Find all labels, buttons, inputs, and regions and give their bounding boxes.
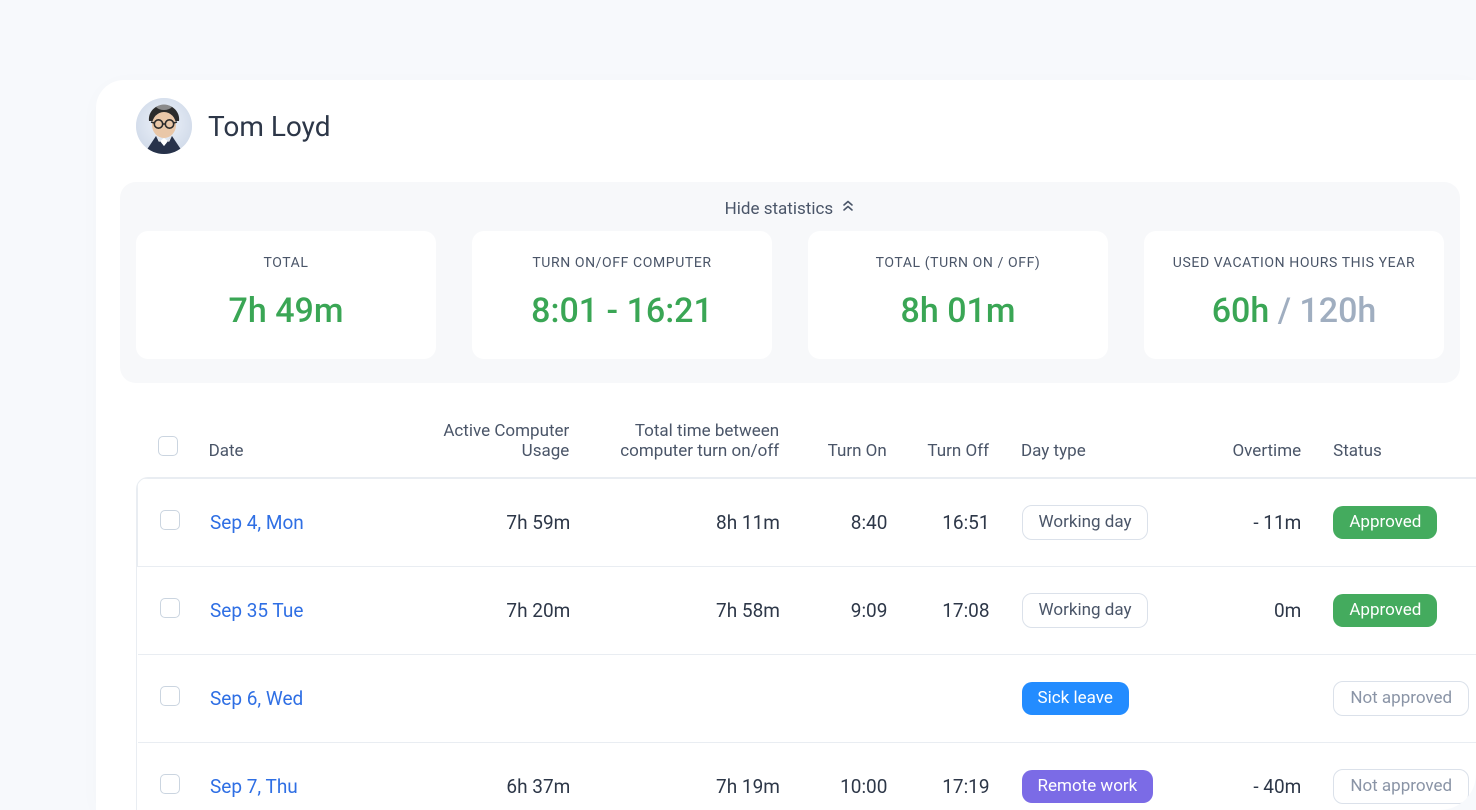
vacation-total: 120h: [1299, 291, 1376, 331]
row-checkbox[interactable]: [160, 598, 180, 618]
cell-turnoff: [895, 655, 997, 743]
cell-totaltime: 8h 11m: [578, 479, 788, 567]
status-badge: Not approved: [1333, 769, 1469, 804]
cell-usage: 7h 20m: [385, 567, 579, 655]
cell-usage: 7h 59m: [385, 479, 579, 567]
cell-turnoff: 16:51: [895, 479, 997, 567]
cell-turnoff: 17:08: [895, 567, 997, 655]
cell-overtime: - 40m: [1186, 743, 1310, 810]
table-row: Sep 7, Thu 6h 37m7h 19m10:0017:19 Remote w…: [138, 743, 1476, 810]
select-all-checkbox[interactable]: [158, 436, 178, 456]
vacation-used: 60h: [1212, 291, 1270, 331]
date-link[interactable]: Sep 35 Tue: [210, 599, 303, 622]
stat-title: TOTAL: [146, 255, 426, 271]
daytype-pill[interactable]: Working day: [1022, 593, 1149, 628]
row-checkbox[interactable]: [160, 774, 180, 794]
col-status: Status: [1309, 411, 1476, 477]
daytype-pill[interactable]: Remote work: [1022, 770, 1154, 803]
cell-overtime: 0m: [1186, 567, 1310, 655]
main-panel: Tom Loyd Hide statistics TOTAL 7h 49m: [96, 80, 1476, 810]
avatar: [136, 98, 192, 154]
chevron-up-double-icon: [841, 198, 855, 218]
cell-turnoff: 17:19: [895, 743, 997, 810]
table-row: Sep 6, Wed Sick leave Not approved: [138, 655, 1476, 743]
cell-overtime: - 11m: [1186, 479, 1310, 567]
date-link[interactable]: Sep 4, Mon: [210, 511, 304, 534]
cell-usage: [385, 655, 579, 743]
row-checkbox[interactable]: [160, 686, 180, 706]
row-checkbox[interactable]: [160, 510, 180, 530]
cell-turnon: 10:00: [788, 743, 896, 810]
table-row: Sep 35 Tue 7h 20m7h 58m9:0917:08 Working d…: [138, 567, 1476, 655]
stat-card-vacation: USED VACATION HOURS THIS YEAR 60h / 120h: [1144, 231, 1444, 359]
toggle-stats-label: Hide statistics: [725, 199, 834, 219]
cell-turnon: 8:40: [788, 479, 896, 567]
col-date: Date: [201, 411, 384, 477]
cell-usage: 6h 37m: [385, 743, 579, 810]
stat-value: 60h / 120h: [1154, 291, 1434, 331]
app-canvas: Tom Loyd Hide statistics TOTAL 7h 49m: [0, 0, 1476, 810]
col-turnon: Turn On: [787, 411, 895, 477]
stat-value: 7h 49m: [146, 291, 426, 331]
cell-totaltime: 7h 58m: [578, 567, 788, 655]
stat-title: USED VACATION HOURS THIS YEAR: [1154, 255, 1434, 271]
col-daytype: Day type: [997, 411, 1185, 477]
stats-section: Hide statistics TOTAL 7h 49m TURN ON/OFF…: [120, 182, 1460, 383]
user-name: Tom Loyd: [208, 110, 331, 143]
col-turnoff: Turn Off: [895, 411, 997, 477]
stat-value: 8:01 - 16:21: [482, 291, 762, 331]
stat-card-onoff: TURN ON/OFF COMPUTER 8:01 - 16:21: [472, 231, 772, 359]
date-link[interactable]: Sep 6, Wed: [210, 687, 303, 710]
timesheet-table: Date Active Computer Usage Total time be…: [96, 411, 1476, 810]
status-badge: Approved: [1333, 594, 1437, 627]
date-link[interactable]: Sep 7, Thu: [210, 775, 298, 798]
table-header: Date Active Computer Usage Total time be…: [136, 411, 1476, 477]
stat-cards: TOTAL 7h 49m TURN ON/OFF COMPUTER 8:01 -…: [136, 231, 1444, 359]
vacation-sep: /: [1269, 291, 1299, 331]
col-usage: Active Computer Usage: [384, 411, 578, 477]
daytype-pill[interactable]: Sick leave: [1022, 682, 1129, 715]
col-overtime: Overtime: [1185, 411, 1309, 477]
cell-totaltime: 7h 19m: [578, 743, 788, 810]
cell-turnon: [788, 655, 896, 743]
status-badge: Not approved: [1333, 681, 1469, 716]
stat-title: TOTAL (TURN ON / OFF): [818, 255, 1098, 271]
cell-overtime: [1186, 655, 1310, 743]
col-totaltime: Total time between computer turn on/off: [577, 411, 787, 477]
toggle-stats-button[interactable]: Hide statistics: [136, 194, 1444, 231]
daytype-pill[interactable]: Working day: [1022, 505, 1149, 540]
status-badge: Approved: [1333, 506, 1437, 539]
stat-title: TURN ON/OFF COMPUTER: [482, 255, 762, 271]
stat-card-total-onoff: TOTAL (TURN ON / OFF) 8h 01m: [808, 231, 1108, 359]
stat-card-total: TOTAL 7h 49m: [136, 231, 436, 359]
user-header: Tom Loyd: [96, 80, 1476, 182]
cell-totaltime: [578, 655, 788, 743]
cell-turnon: 9:09: [788, 567, 896, 655]
stat-value: 8h 01m: [818, 291, 1098, 331]
table-row: Sep 4, Mon 7h 59m8h 11m8:4016:51 Working d…: [138, 479, 1476, 567]
